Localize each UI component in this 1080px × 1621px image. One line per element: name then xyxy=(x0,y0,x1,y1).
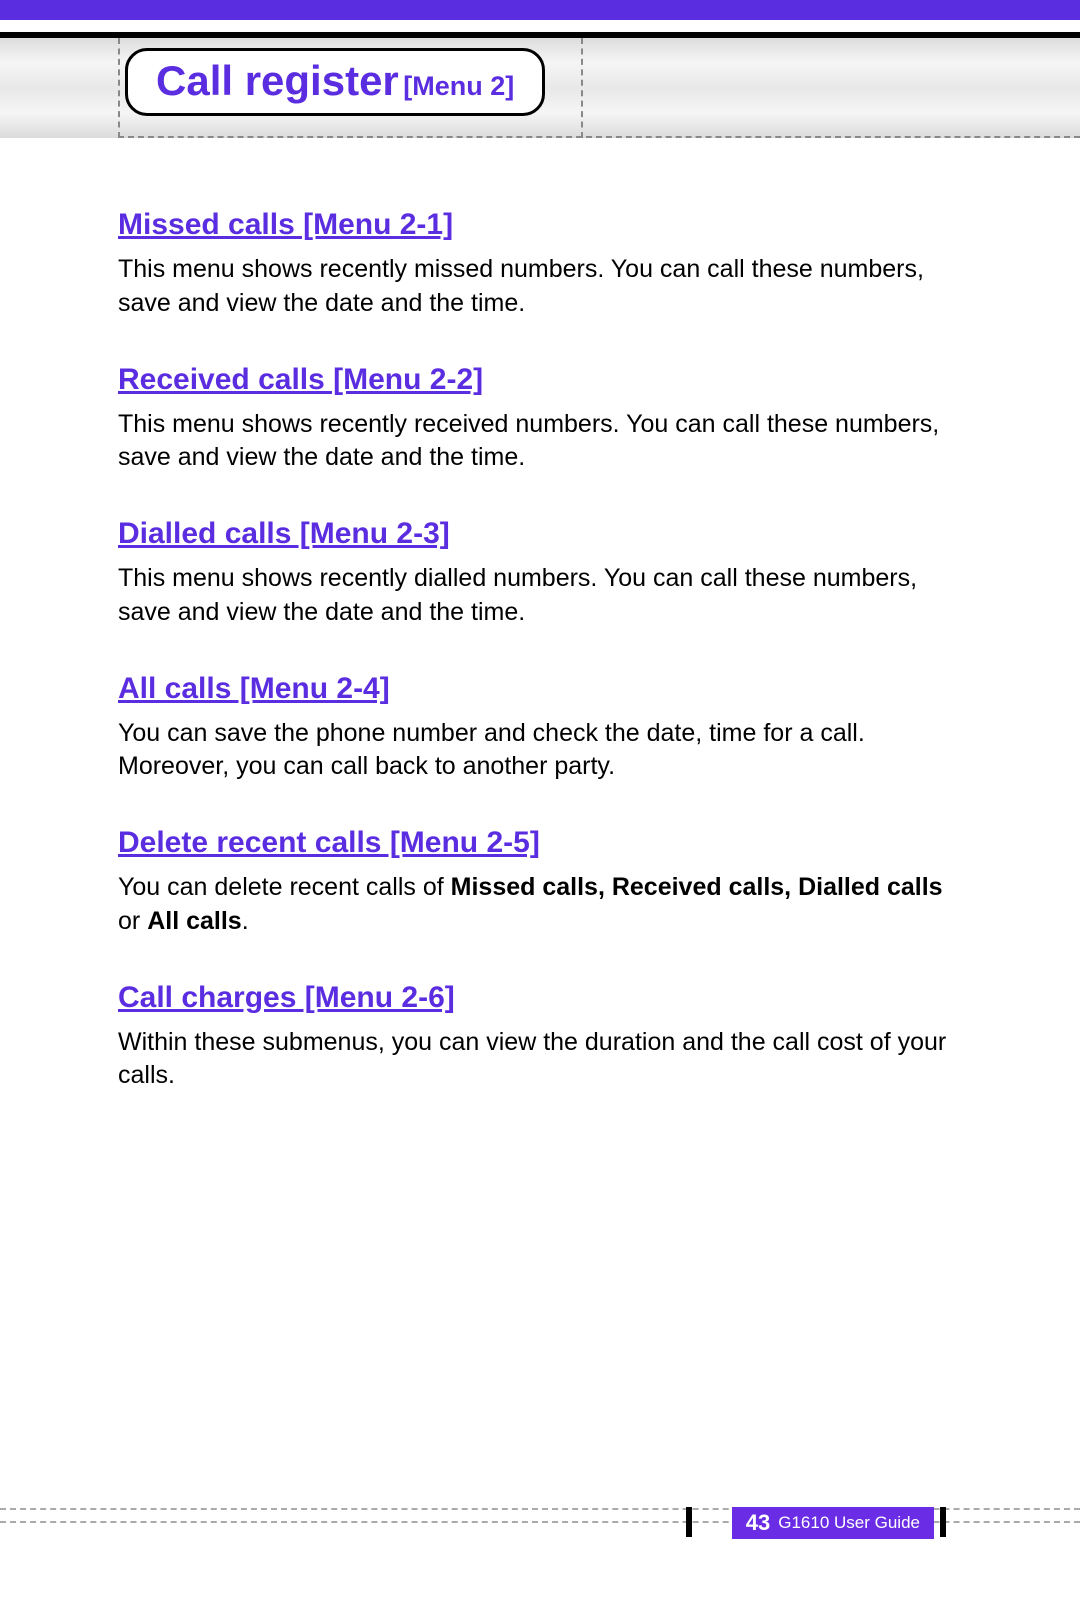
section: Dialled calls [Menu 2-3] This menu shows … xyxy=(118,517,962,630)
guide-name: G1610 User Guide xyxy=(778,1513,920,1533)
section-body: This menu shows recently received number… xyxy=(118,408,962,476)
page-title-box: Call register [Menu 2] xyxy=(125,48,545,116)
section-body: You can delete recent calls of Missed ca… xyxy=(118,871,962,939)
body-text: Missed calls, Received calls, Dialled ca… xyxy=(451,873,943,901)
section-heading: Dialled calls [Menu 2-3] xyxy=(118,517,962,551)
section-heading: All calls [Menu 2-4] xyxy=(118,672,962,706)
body-text: All calls xyxy=(147,907,242,935)
section-heading: Delete recent calls [Menu 2-5] xyxy=(118,826,962,860)
page-number: 43 xyxy=(746,1510,770,1536)
page-title-sub: [Menu 2] xyxy=(403,71,514,101)
section: Delete recent calls [Menu 2-5] You can de… xyxy=(118,826,962,939)
footer-bracket-icon xyxy=(686,1507,692,1537)
dashed-line-vertical xyxy=(581,38,583,138)
footer-dashed-line: 43 G1610 User Guide xyxy=(0,1521,1080,1523)
section-heading: Missed calls [Menu 2-1] xyxy=(118,208,962,242)
section: Received calls [Menu 2-2] This menu shows… xyxy=(118,363,962,476)
section-body: This menu shows recently missed numbers.… xyxy=(118,253,962,321)
dashed-line-horizontal xyxy=(118,136,1080,138)
footer-bracket-icon xyxy=(940,1507,946,1537)
top-purple-bar xyxy=(0,0,1080,20)
section-heading: Call charges [Menu 2-6] xyxy=(118,981,962,1015)
section-body: You can save the phone number and check … xyxy=(118,717,962,785)
body-text: . xyxy=(242,907,249,935)
section: All calls [Menu 2-4] You can save the pho… xyxy=(118,672,962,785)
section-heading: Received calls [Menu 2-2] xyxy=(118,363,962,397)
section: Missed calls [Menu 2-1] This menu shows r… xyxy=(118,208,962,321)
body-text: or xyxy=(118,907,147,935)
section: Call charges [Menu 2-6] Within these subm… xyxy=(118,981,962,1094)
body-text: You can delete recent calls of xyxy=(118,873,451,901)
section-body: Within these submenus, you can view the … xyxy=(118,1026,962,1094)
section-body: This menu shows recently dialled numbers… xyxy=(118,562,962,630)
content-area: Missed calls [Menu 2-1] This menu shows r… xyxy=(0,138,1080,1093)
footer-badge: 43 G1610 User Guide xyxy=(732,1507,934,1539)
footer: 43 G1610 User Guide xyxy=(0,1508,1080,1523)
page-title-main: Call register xyxy=(156,57,399,104)
dashed-line-vertical xyxy=(118,38,120,138)
